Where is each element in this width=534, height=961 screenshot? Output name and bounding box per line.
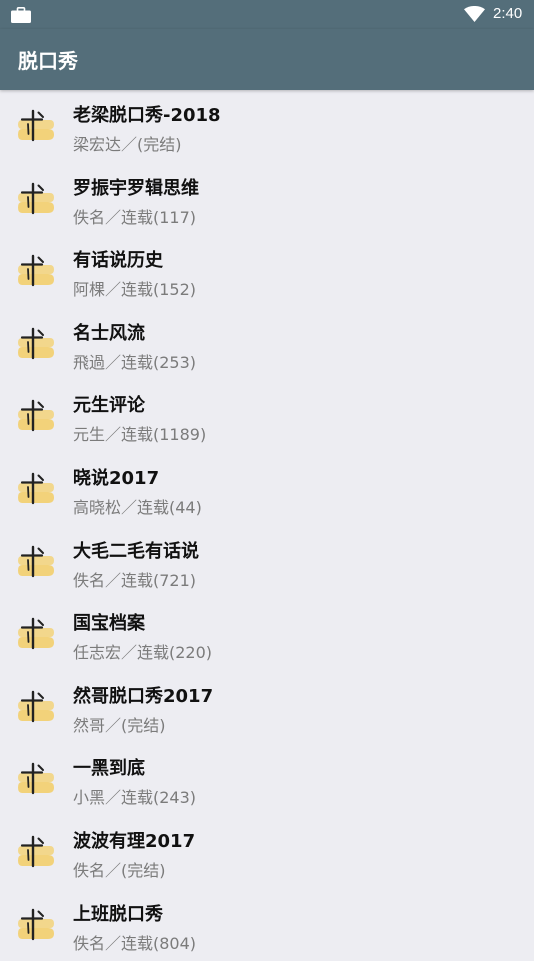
book-meta: 飛過／连载(253) — [73, 352, 197, 372]
book-cover-icon — [16, 106, 56, 146]
book-cover-icon — [16, 905, 56, 945]
book-list-item[interactable]: 上班脱口秀佚名／连载(804) — [0, 889, 534, 961]
book-list-item[interactable]: 元生评论元生／连载(1189) — [0, 380, 534, 453]
book-meta: 佚名／(完结) — [73, 860, 166, 880]
book-cover-icon — [16, 324, 56, 364]
status-time: 2:40 — [493, 5, 523, 22]
book-meta: 任志宏／连载(220) — [73, 643, 213, 663]
book-title: 老梁脱口秀-2018 — [73, 105, 221, 126]
book-title: 罗振宇罗辑思维 — [73, 177, 199, 199]
book-cover-icon — [16, 179, 56, 219]
book-list-item[interactable]: 有话说历史阿棵／连载(152) — [0, 235, 534, 308]
book-list-item[interactable]: 波波有理2017 佚名／(完结) — [0, 816, 534, 889]
book-title: 元生评论 — [73, 395, 145, 417]
book-meta: 佚名／连载(721) — [73, 570, 197, 590]
book-list-item[interactable]: 晓说2017 高晓松／连载(44) — [0, 453, 534, 526]
status-bar: 2:40 — [0, 0, 534, 29]
book-title: 大毛二毛有话说 — [73, 540, 199, 562]
book-meta: 然哥／(完结) — [73, 715, 166, 735]
book-list-item[interactable]: 国宝档案任志宏／连载(220) — [0, 598, 534, 671]
book-meta: 元生／连载(1189) — [73, 425, 207, 445]
book-title: 国宝档案 — [73, 613, 145, 635]
briefcase-icon — [11, 7, 31, 23]
book-cover-icon — [16, 832, 56, 872]
book-title: 一黑到底 — [73, 758, 145, 780]
book-title: 上班脱口秀 — [73, 903, 163, 925]
book-cover-icon — [16, 687, 56, 727]
book-list: 老梁脱口秀-2018 梁宏达／(完结) 罗振宇罗辑思维 佚名／连载(117) 有话说历史… — [0, 90, 534, 961]
book-list-item[interactable]: 一黑到底小黑／连载(243) — [0, 743, 534, 816]
book-meta: 佚名／连载(117) — [73, 207, 197, 227]
book-title: 有话说历史 — [73, 250, 163, 272]
book-title: 然哥脱口秀2017 — [73, 685, 214, 707]
book-list-item[interactable]: 然哥脱口秀2017 然哥／(完结) — [0, 671, 534, 744]
book-cover-icon — [16, 251, 56, 291]
book-cover-icon — [16, 396, 56, 436]
book-list-item[interactable]: 名士风流飛過／连载(253) — [0, 308, 534, 381]
book-cover-icon — [16, 614, 56, 654]
book-list-item[interactable]: 大毛二毛有话说 佚名／连载(721) — [0, 526, 534, 599]
book-cover-icon — [16, 759, 56, 799]
book-title: 晓说2017 — [73, 467, 160, 489]
app-bar: 脱口秀 — [0, 29, 534, 90]
book-meta: 高晓松／连载(44) — [73, 497, 202, 517]
book-cover-icon — [16, 469, 56, 509]
book-meta: 佚名／连载(804) — [73, 933, 197, 953]
book-list-item[interactable]: 老梁脱口秀-2018 梁宏达／(完结) — [0, 90, 534, 163]
wifi-icon — [464, 6, 485, 22]
book-title: 波波有理2017 — [73, 830, 196, 852]
book-meta: 梁宏达／(完结) — [73, 135, 182, 154]
page-title: 脱口秀 — [18, 49, 78, 73]
book-title: 名士风流 — [73, 322, 145, 344]
book-meta: 小黑／连载(243) — [73, 788, 197, 808]
book-list-item[interactable]: 罗振宇罗辑思维 佚名／连载(117) — [0, 163, 534, 236]
book-meta: 阿棵／连载(152) — [73, 280, 197, 300]
book-cover-icon — [16, 542, 56, 582]
